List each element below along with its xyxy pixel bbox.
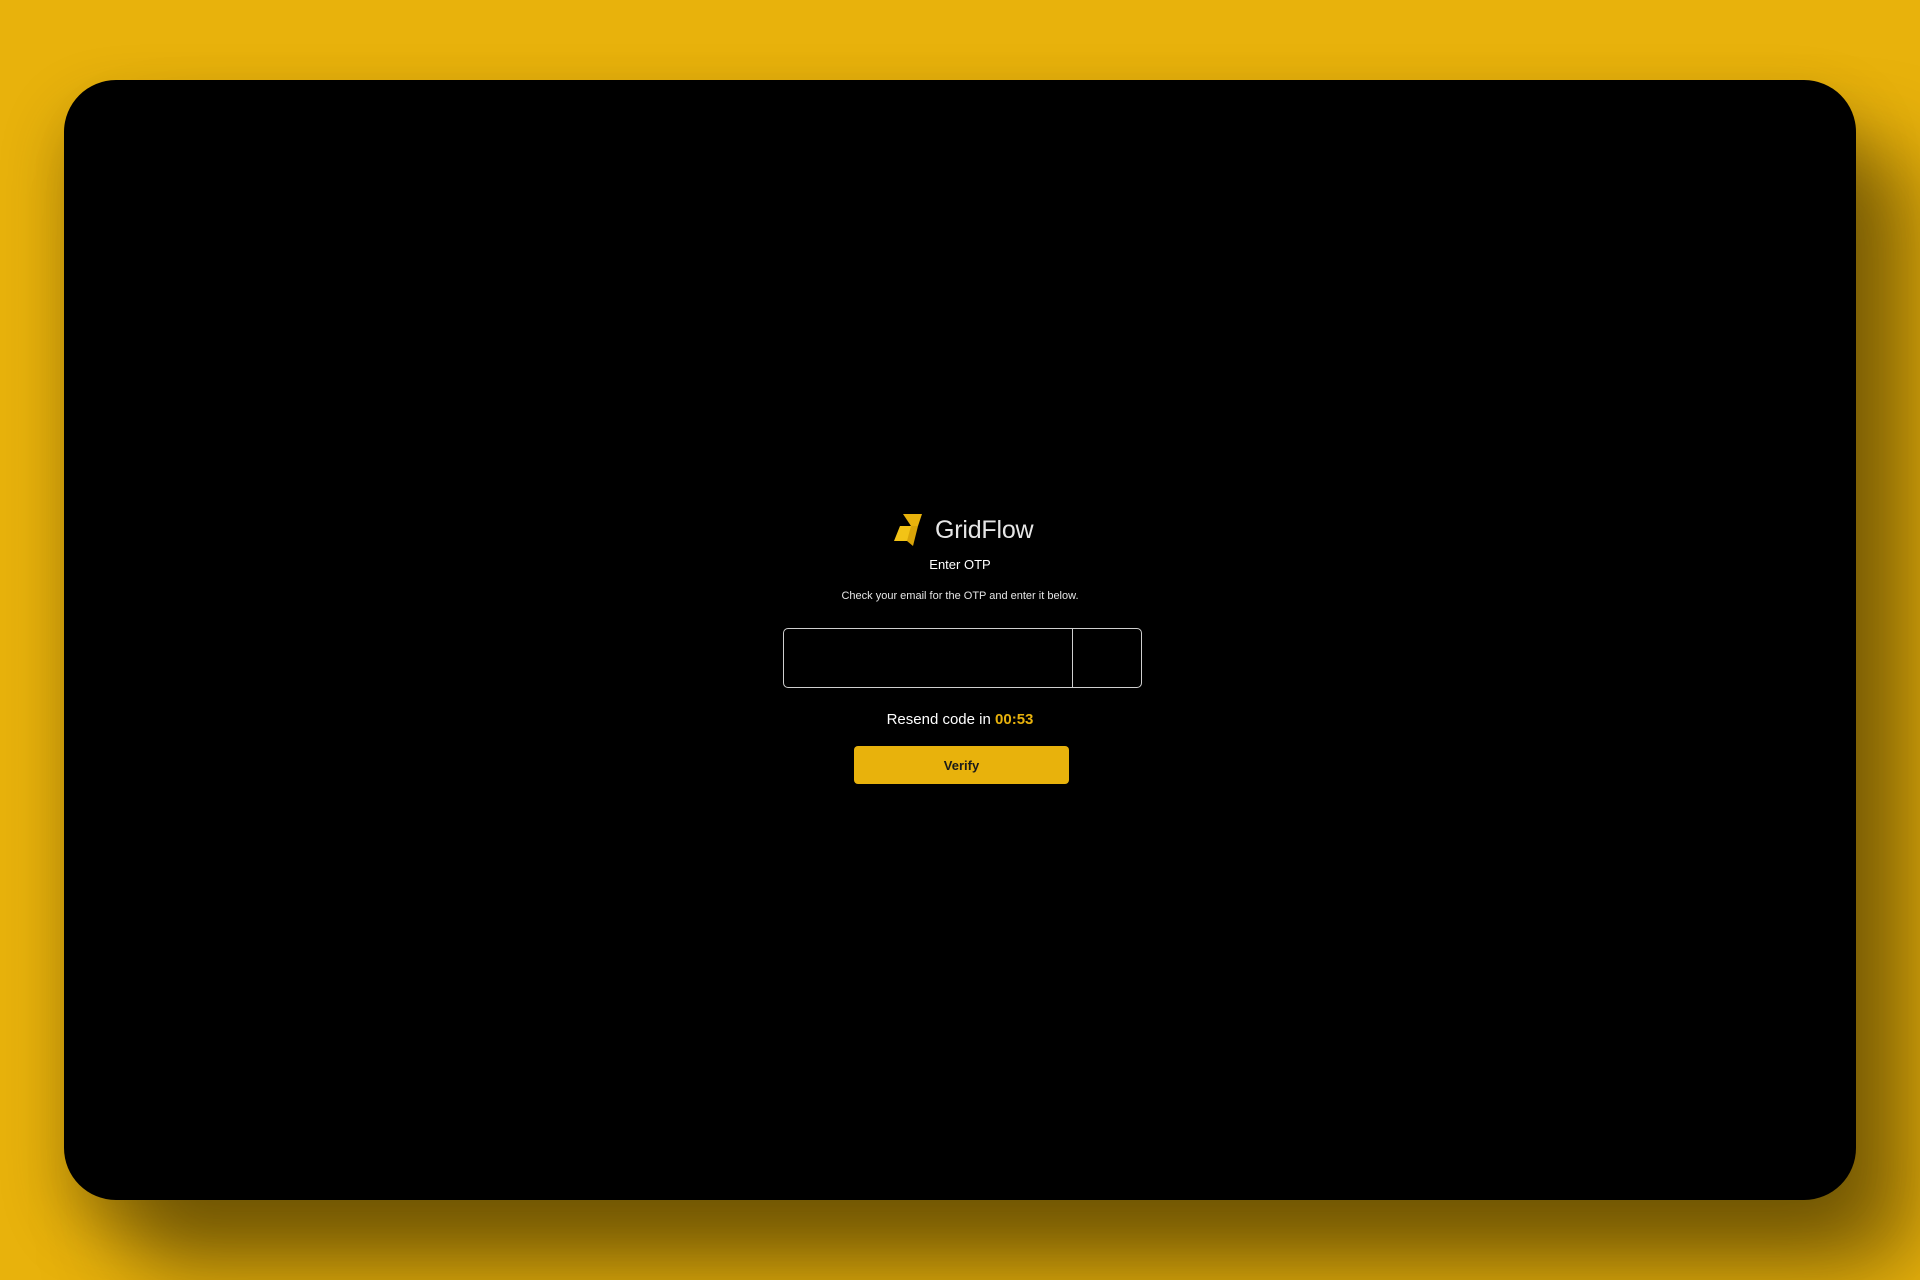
otp-digit-1[interactable]: [784, 629, 1073, 687]
resend-timer: 00:53: [995, 711, 1034, 728]
resend-label: Resend code in: [886, 711, 991, 728]
otp-digit-2[interactable]: [1073, 629, 1141, 687]
lightning-bolt-icon: [894, 514, 922, 546]
brand-name: GridFlow: [935, 515, 1034, 544]
otp-input-group: [783, 628, 1142, 688]
resend-text: Resend code in 00:53: [0, 711, 1920, 728]
brand-header: GridFlow: [893, 510, 1034, 550]
page-title: Enter OTP: [929, 557, 991, 572]
verify-button[interactable]: Verify: [854, 746, 1069, 784]
page-subtitle: Check your email for the OTP and enter i…: [841, 590, 1079, 602]
